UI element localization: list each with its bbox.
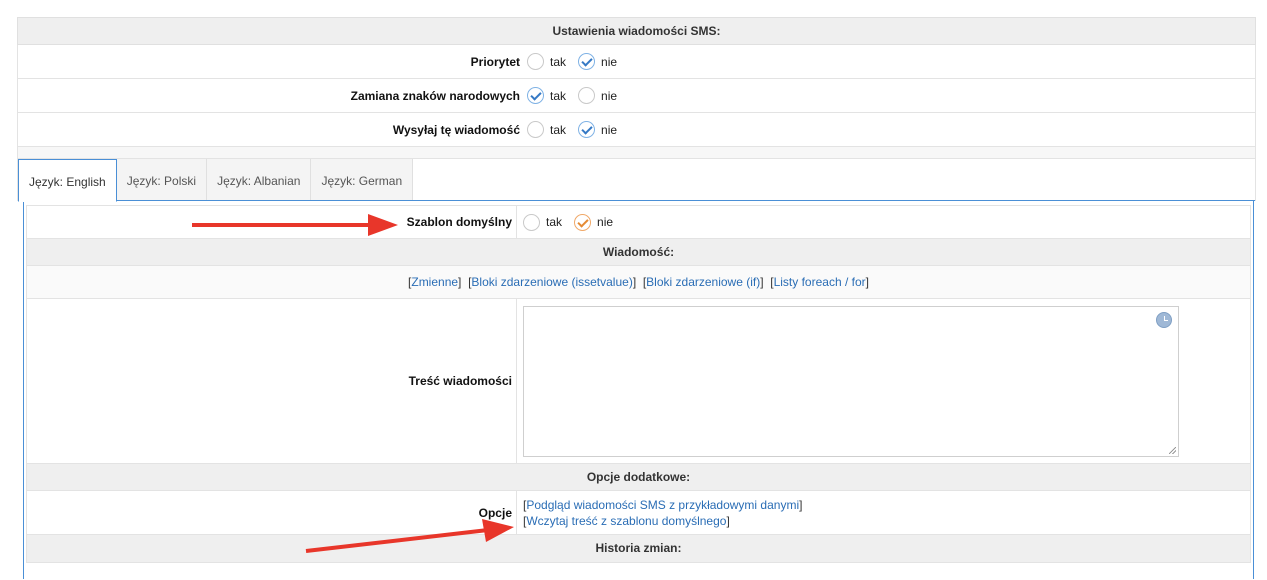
national-chars-no-label: nie	[601, 88, 618, 103]
priority-yes-radio[interactable]	[527, 53, 544, 70]
tab-polski[interactable]: Język: Polski	[116, 159, 208, 201]
sms-settings-panel: Ustawienia wiadomości SMS: Priorytet tak…	[17, 17, 1256, 579]
priority-yes-label: tak	[550, 54, 567, 69]
national-chars-yes-radio[interactable]	[527, 87, 544, 104]
issetvalue-blocks-link[interactable]: Bloki zdarzeniowe (issetvalue)	[471, 275, 632, 289]
tab-albanian[interactable]: Język: Albanian	[207, 159, 312, 201]
priority-no-radio[interactable]	[578, 53, 596, 70]
resize-grip-icon[interactable]	[1169, 446, 1176, 454]
national-chars-yes-label: tak	[550, 88, 567, 103]
message-links: [Zmienne] [Bloki zdarzeniowe (issetvalue…	[27, 266, 1250, 299]
options-row: Opcje [Podgląd wiadomości SMS z przykład…	[27, 491, 1250, 535]
preview-sms-link[interactable]: Podgląd wiadomości SMS z przykładowymi d…	[526, 498, 799, 512]
default-template-row: Szablon domyślny tak nie	[27, 206, 1250, 239]
tab-content-english: Szablon domyślny tak nie Wiadomość: [Zmi…	[23, 201, 1254, 579]
load-default-template-link[interactable]: Wczytaj treść z szablonu domyślnego	[526, 514, 726, 528]
section-spacer	[17, 147, 1256, 159]
priority-label: Priorytet	[470, 54, 520, 69]
variables-link[interactable]: Zmienne	[411, 275, 458, 289]
clock-icon[interactable]	[1156, 311, 1172, 328]
send-message-no-radio[interactable]	[578, 121, 596, 138]
national-chars-no-radio[interactable]	[578, 87, 596, 104]
history-header: Historia zmian:	[27, 535, 1250, 562]
sms-settings-header: Ustawienia wiadomości SMS:	[17, 17, 1256, 45]
extra-options-header: Opcje dodatkowe:	[27, 464, 1250, 491]
default-template-label: Szablon domyślny	[27, 206, 517, 238]
tab-english[interactable]: Język: English	[18, 159, 117, 202]
message-content-textarea[interactable]	[523, 305, 1179, 457]
default-template-yes-radio[interactable]	[523, 213, 540, 231]
message-content-label: Treść wiadomości	[27, 299, 517, 463]
priority-no-label: nie	[601, 54, 618, 69]
national-chars-row: Zamiana znaków narodowych tak nie	[17, 79, 1256, 113]
language-tabs: Język: English Język: Polski Język: Alba…	[17, 159, 1256, 202]
tab-german[interactable]: Język: German	[311, 159, 414, 201]
send-message-yes-label: tak	[550, 122, 567, 137]
default-template-no-label: nie	[597, 215, 614, 229]
message-content-row: Treść wiadomości	[27, 299, 1250, 464]
message-header: Wiadomość:	[27, 239, 1250, 266]
template-table: Szablon domyślny tak nie Wiadomość: [Zmi…	[26, 205, 1251, 563]
preview-link-line: [Podgląd wiadomości SMS z przykładowymi …	[523, 497, 803, 512]
send-message-row: Wysyłaj tę wiadomość tak nie	[17, 113, 1256, 147]
options-label: Opcje	[27, 491, 517, 534]
send-message-no-label: nie	[601, 122, 618, 137]
send-message-label: Wysyłaj tę wiadomość	[392, 122, 520, 137]
send-message-yes-radio[interactable]	[527, 121, 544, 138]
foreach-lists-link[interactable]: Listy foreach / for	[774, 275, 866, 289]
load-template-link-line: [Wczytaj treść z szablonu domyślnego]	[523, 513, 730, 528]
priority-row: Priorytet tak nie	[17, 45, 1256, 79]
default-template-no-radio[interactable]	[574, 213, 592, 231]
if-blocks-link[interactable]: Bloki zdarzeniowe (if)	[646, 275, 760, 289]
national-chars-label: Zamiana znaków narodowych	[350, 88, 520, 103]
default-template-yes-label: tak	[546, 215, 563, 229]
